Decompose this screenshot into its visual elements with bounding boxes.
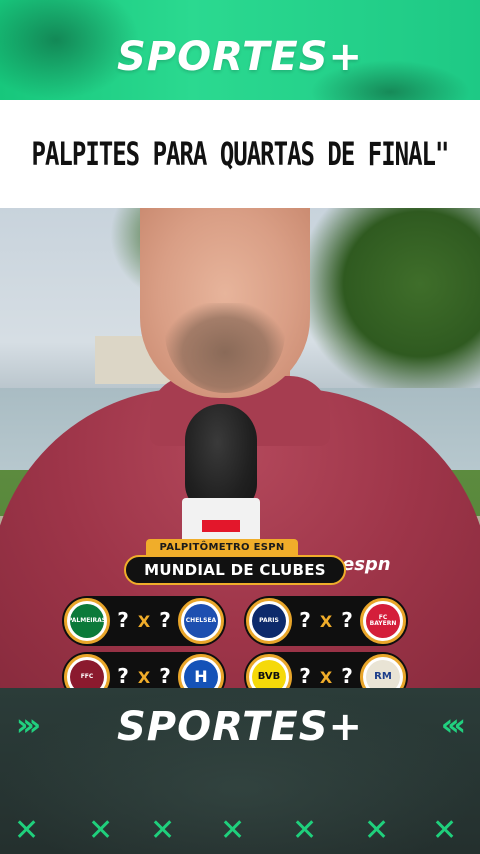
top-banner: SPORTES+ — [0, 0, 480, 100]
headline-text: PALPITES PARA QUARTAS DE FINAL" — [31, 135, 450, 173]
x-pattern-icon: ✕ — [150, 813, 176, 848]
espn-watermark: espn — [342, 554, 391, 575]
score-placeholder: ? — [341, 664, 353, 688]
crest-label: PARIS — [252, 604, 286, 638]
team-crest-bayern: FC BAYERN — [360, 598, 406, 644]
crest-label: CHELSEA — [184, 604, 218, 638]
headline-box: PALPITES PARA QUARTAS DE FINAL" — [0, 100, 480, 208]
score-placeholder: ? — [299, 664, 311, 688]
bottom-banner: ››› SPORTES+ ‹‹‹ ✕ ✕ ✕ ✕ ✕ ✕ ✕ — [0, 688, 480, 854]
x-pattern-icon: ✕ — [220, 813, 246, 848]
score-placeholder: ? — [159, 608, 171, 632]
score-placeholder: ? — [159, 664, 171, 688]
team-crest-palmeiras: PALMEIRAS — [64, 598, 110, 644]
match-card: PARIS ? X ? FC BAYERN — [244, 596, 408, 646]
score-placeholder: ? — [117, 664, 129, 688]
versus-mark: X — [137, 612, 151, 631]
versus-mark: X — [137, 668, 151, 687]
x-pattern-icon: ✕ — [364, 813, 390, 848]
background-tree — [300, 208, 480, 398]
palpitometro-label: PALPITÔMETRO ESPN — [146, 539, 298, 555]
crest-label: PALMEIRAS — [68, 604, 106, 638]
crest-label: FC BAYERN — [366, 604, 400, 638]
team-crest-chelsea: CHELSEA — [178, 598, 224, 644]
x-pattern-icon: ✕ — [292, 813, 318, 848]
x-pattern-icon: ✕ — [14, 813, 40, 848]
brand-logo-top: SPORTES+ — [116, 34, 364, 80]
brand-logo-bottom: SPORTES+ — [116, 704, 364, 750]
score-placeholder: ? — [117, 608, 129, 632]
versus-mark: X — [319, 612, 333, 631]
chevron-left-icon: ‹‹‹ — [440, 708, 466, 743]
score-placeholder: ? — [299, 608, 311, 632]
x-pattern-icon: ✕ — [88, 813, 114, 848]
match-card: PALMEIRAS ? X ? CHELSEA — [62, 596, 226, 646]
score-placeholder: ? — [341, 608, 353, 632]
x-pattern-row: ✕ ✕ ✕ ✕ ✕ ✕ ✕ — [0, 816, 480, 846]
tournament-title: MUNDIAL DE CLUBES — [124, 555, 346, 585]
team-crest-psg: PARIS — [246, 598, 292, 644]
x-pattern-icon: ✕ — [432, 813, 458, 848]
versus-mark: X — [319, 668, 333, 687]
